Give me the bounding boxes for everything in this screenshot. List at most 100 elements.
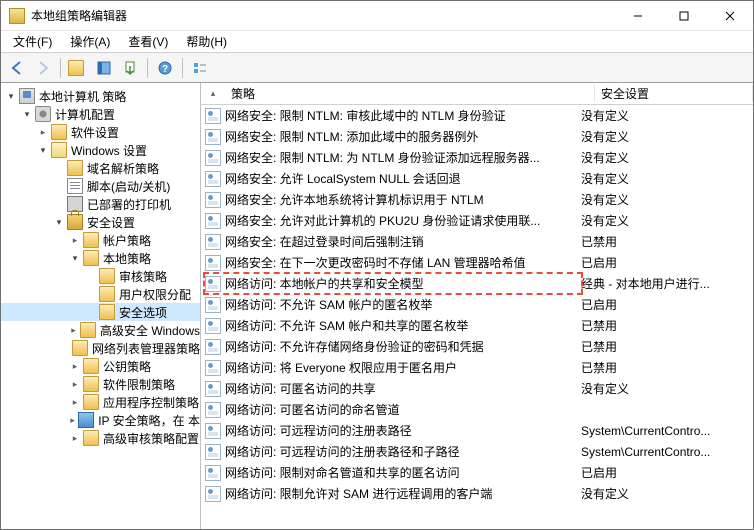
expander-icon[interactable]: [69, 360, 81, 372]
tree-item[interactable]: 脚本(启动/关机): [1, 177, 200, 195]
policy-setting: 没有定义: [575, 191, 753, 208]
policy-row[interactable]: 网络访问: 不允许存储网络身份验证的密码和凭据已禁用: [201, 336, 753, 357]
tree-item[interactable]: 审核策略: [1, 267, 200, 285]
tree-item[interactable]: 本地计算机 策略: [1, 87, 200, 105]
policy-setting: 没有定义: [575, 212, 753, 229]
policy-row[interactable]: 网络访问: 限制允许对 SAM 进行远程调用的客户端没有定义: [201, 483, 753, 504]
policy-row[interactable]: 网络访问: 可匿名访问的命名管道: [201, 399, 753, 420]
expander-icon[interactable]: [53, 216, 65, 228]
expander-icon[interactable]: [69, 414, 76, 426]
policy-setting: 没有定义: [575, 485, 753, 502]
policy-row[interactable]: 网络访问: 将 Everyone 权限应用于匿名用户已禁用: [201, 357, 753, 378]
policy-item-icon: [205, 192, 221, 208]
tree-item-label: 网络列表管理器策略: [92, 340, 200, 357]
tree-item[interactable]: IP 安全策略，在 本: [1, 411, 200, 429]
menu-action[interactable]: 操作(A): [62, 31, 118, 52]
list-body[interactable]: 网络安全: 限制 NTLM: 审核此域中的 NTLM 身份验证没有定义网络安全:…: [201, 105, 753, 529]
up-level-button[interactable]: [66, 56, 90, 80]
menu-view[interactable]: 查看(V): [120, 31, 176, 52]
tree-item[interactable]: 公钥策略: [1, 357, 200, 375]
expander-icon[interactable]: [69, 432, 81, 444]
policy-row[interactable]: 网络访问: 限制对命名管道和共享的匿名访问已启用: [201, 462, 753, 483]
policy-row[interactable]: 网络访问: 可匿名访问的共享没有定义: [201, 378, 753, 399]
tree-item-label: 用户权限分配: [119, 286, 191, 303]
policy-row[interactable]: 网络访问: 本地帐户的共享和安全模型经典 - 对本地用户进行...: [201, 273, 753, 294]
show-hide-button[interactable]: [92, 56, 116, 80]
tree-item[interactable]: 应用程序控制策略: [1, 393, 200, 411]
policy-setting: 已启用: [575, 254, 753, 271]
expander-icon[interactable]: [69, 252, 81, 264]
policy-row[interactable]: 网络安全: 在超过登录时间后强制注销已禁用: [201, 231, 753, 252]
expander-none: [69, 342, 70, 354]
tree-item[interactable]: 高级安全 Windows: [1, 321, 200, 339]
forward-button[interactable]: [31, 56, 55, 80]
menu-file[interactable]: 文件(F): [5, 31, 60, 52]
policy-row[interactable]: 网络安全: 在下一次更改密码时不存储 LAN 管理器哈希值已启用: [201, 252, 753, 273]
tree-item[interactable]: 安全设置: [1, 213, 200, 231]
policy-item-icon: [205, 486, 221, 502]
tree-item[interactable]: 网络列表管理器策略: [1, 339, 200, 357]
tree-item[interactable]: 高级审核策略配置: [1, 429, 200, 447]
tree-item[interactable]: 软件限制策略: [1, 375, 200, 393]
policy-name: 网络访问: 限制对命名管道和共享的匿名访问: [225, 464, 575, 481]
policy-item-icon: [205, 297, 221, 313]
expander-none: [53, 198, 65, 210]
expander-icon[interactable]: [69, 378, 81, 390]
lock-icon: [67, 214, 83, 230]
tree-item[interactable]: Windows 设置: [1, 141, 200, 159]
maximize-button[interactable]: [661, 1, 707, 30]
tree-item[interactable]: 已部署的打印机: [1, 195, 200, 213]
policy-name: 网络安全: 允许 LocalSystem NULL 会话回退: [225, 170, 575, 187]
tree-item-label: Windows 设置: [71, 142, 147, 159]
policy-row[interactable]: 网络访问: 不允许 SAM 帐户和共享的匿名枚举已禁用: [201, 315, 753, 336]
policy-name: 网络访问: 将 Everyone 权限应用于匿名用户: [225, 359, 575, 376]
expander-icon[interactable]: [69, 234, 81, 246]
expander-icon[interactable]: [5, 90, 17, 102]
app-window: 本地组策略编辑器 文件(F) 操作(A) 查看(V) 帮助(H): [0, 0, 754, 530]
policy-setting: System\CurrentContro...: [575, 445, 753, 459]
policy-item-icon: [205, 255, 221, 271]
expander-icon[interactable]: [69, 324, 78, 336]
policy-row[interactable]: 网络安全: 允许本地系统将计算机标识用于 NTLM没有定义: [201, 189, 753, 210]
folder-icon: [99, 304, 115, 320]
policy-row[interactable]: 网络访问: 不允许 SAM 帐户的匿名枚举已启用: [201, 294, 753, 315]
tree-item-label: 域名解析策略: [87, 160, 159, 177]
expander-icon[interactable]: [21, 108, 33, 120]
policy-item-icon: [205, 360, 221, 376]
policy-row[interactable]: 网络安全: 限制 NTLM: 审核此域中的 NTLM 身份验证没有定义: [201, 105, 753, 126]
policy-row[interactable]: 网络安全: 允许对此计算机的 PKU2U 身份验证请求使用联...没有定义: [201, 210, 753, 231]
policy-row[interactable]: 网络安全: 允许 LocalSystem NULL 会话回退没有定义: [201, 168, 753, 189]
policy-row[interactable]: 网络访问: 可远程访问的注册表路径System\CurrentContro...: [201, 420, 753, 441]
policy-row[interactable]: 网络安全: 限制 NTLM: 添加此域中的服务器例外没有定义: [201, 126, 753, 147]
expander-none: [85, 288, 97, 300]
column-header-policy[interactable]: 策略: [225, 85, 595, 102]
policy-row[interactable]: 网络安全: 限制 NTLM: 为 NTLM 身份验证添加远程服务器...没有定义: [201, 147, 753, 168]
expander-icon[interactable]: [37, 144, 49, 156]
tree-item[interactable]: 域名解析策略: [1, 159, 200, 177]
column-header-setting[interactable]: 安全设置: [595, 85, 753, 102]
export-list-button[interactable]: [118, 56, 142, 80]
view-mode-button[interactable]: [188, 56, 212, 80]
tree-item[interactable]: 用户权限分配: [1, 285, 200, 303]
tree-item[interactable]: 计算机配置: [1, 105, 200, 123]
tree-item[interactable]: 帐户策略: [1, 231, 200, 249]
tree-item[interactable]: 安全选项: [1, 303, 200, 321]
expander-icon[interactable]: [37, 126, 49, 138]
menu-help[interactable]: 帮助(H): [178, 31, 235, 52]
policy-item-icon: [205, 213, 221, 229]
expander-icon[interactable]: [69, 396, 81, 408]
close-button[interactable]: [707, 1, 753, 30]
help-button[interactable]: ?: [153, 56, 177, 80]
folder-icon: [83, 232, 99, 248]
tree-item[interactable]: 本地策略: [1, 249, 200, 267]
minimize-button[interactable]: [615, 1, 661, 30]
computer-icon: [19, 88, 35, 104]
policy-name: 网络访问: 本地帐户的共享和安全模型: [225, 275, 575, 292]
policy-name: 网络访问: 不允许存储网络身份验证的密码和凭据: [225, 338, 575, 355]
policy-row[interactable]: 网络访问: 可远程访问的注册表路径和子路径System\CurrentContr…: [201, 441, 753, 462]
back-button[interactable]: [5, 56, 29, 80]
tree-item-label: 软件限制策略: [103, 376, 175, 393]
tree-pane[interactable]: 本地计算机 策略计算机配置软件设置Windows 设置域名解析策略脚本(启动/关…: [1, 83, 201, 529]
tree-item[interactable]: 软件设置: [1, 123, 200, 141]
policy-item-icon: [205, 108, 221, 124]
